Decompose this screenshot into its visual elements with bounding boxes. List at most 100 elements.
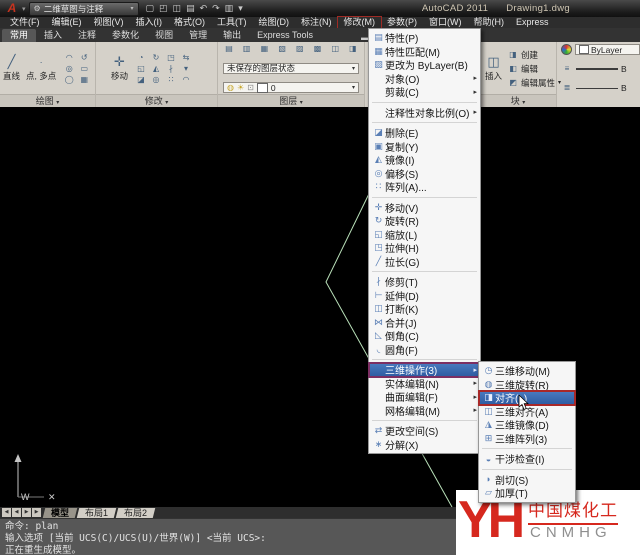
- layer-isolate-icon[interactable]: ▧: [276, 44, 288, 54]
- redo-icon[interactable]: ↷: [212, 3, 220, 14]
- menu-item-clip[interactable]: 剪裁(C) ▸: [369, 85, 480, 99]
- copy-icon[interactable]: ◔: [135, 53, 147, 63]
- undo-icon[interactable]: ↶: [200, 3, 208, 14]
- array-icon[interactable]: ∷: [165, 75, 177, 85]
- menu-item-scale[interactable]: ◱ 缩放(L): [369, 228, 480, 242]
- qat-dropdown-icon[interactable]: ▾: [238, 3, 243, 14]
- menu-item-erase[interactable]: ◪ 删除(E): [369, 126, 480, 140]
- menu-item-move[interactable]: ✛ 移动(V): [369, 201, 480, 215]
- edit-block-button[interactable]: ◧ 编辑: [508, 63, 561, 75]
- layer-match-icon[interactable]: ◨: [347, 44, 359, 54]
- submenu-item-3d-move[interactable]: ◷ 三维移动(M): [479, 364, 575, 378]
- lock-icon[interactable]: ⊡: [247, 83, 254, 92]
- menu-item-copy[interactable]: ▣ 复制(Y): [369, 140, 480, 154]
- menubar-item-format[interactable]: 格式(O): [168, 17, 211, 28]
- arc-icon[interactable]: ◠: [63, 53, 75, 63]
- submenu-item-interference-check[interactable]: ◒ 干涉检查(I): [479, 452, 575, 466]
- plot-icon[interactable]: ▤: [186, 3, 195, 14]
- menu-item-break[interactable]: ◫ 打断(K): [369, 302, 480, 316]
- revcloud-icon[interactable]: ↺: [78, 53, 90, 63]
- submenu-item-thicken[interactable]: ▱ 加厚(T): [479, 486, 575, 500]
- menu-item-join[interactable]: ⋈ 合并(J): [369, 316, 480, 330]
- save-icon[interactable]: ◫: [173, 3, 182, 14]
- rotate-icon[interactable]: ↻: [150, 53, 162, 63]
- menubar-item-insert[interactable]: 插入(I): [130, 17, 169, 28]
- autocad-logo-icon[interactable]: A: [2, 1, 22, 16]
- submenu-item-align[interactable]: ◨ 对齐(L): [479, 391, 575, 405]
- menubar-item-window[interactable]: 窗口(W): [423, 17, 468, 28]
- menu-item-change-to-bylayer[interactable]: ▨ 更改为 ByLayer(B): [369, 58, 480, 72]
- stretch-icon[interactable]: ◳: [165, 53, 177, 63]
- edit-attributes-button[interactable]: ◩ 编辑属性 ▾: [508, 77, 561, 89]
- print-icon[interactable]: ▥: [225, 3, 234, 14]
- tab-insert[interactable]: 插入: [36, 29, 70, 42]
- trim-icon[interactable]: ∤: [165, 64, 177, 74]
- point-tool-button[interactable]: · 点, 多点: [23, 55, 59, 82]
- move-tool-button[interactable]: ✛ 移动: [108, 55, 131, 82]
- menu-item-explode[interactable]: ∗ 分解(X): [369, 438, 480, 452]
- menu-item-lengthen[interactable]: ╱ 拉长(G): [369, 255, 480, 269]
- fillet-icon[interactable]: ◠: [180, 75, 192, 85]
- menu-item-properties[interactable]: ▤ 特性(P): [369, 31, 480, 45]
- layers-panel-label[interactable]: 图层 ▾: [218, 94, 364, 107]
- menu-item-annotative-object-scale[interactable]: 注释性对象比例(O) ▸: [369, 106, 480, 120]
- layer-unlock-icon[interactable]: ◫: [329, 44, 341, 54]
- next-tab-icon[interactable]: ▶: [22, 508, 31, 517]
- ellipse-icon[interactable]: ◯: [63, 75, 75, 85]
- sun-icon[interactable]: ☀: [237, 83, 244, 92]
- open-file-icon[interactable]: ◰: [159, 3, 168, 14]
- scale-icon[interactable]: ◱: [135, 64, 147, 74]
- menu-item-mirror[interactable]: ◭ 镜像(I): [369, 153, 480, 167]
- menubar-item-view[interactable]: 视图(V): [88, 17, 130, 28]
- new-file-icon[interactable]: ▢: [146, 3, 155, 14]
- menu-item-offset[interactable]: ◎ 偏移(S): [369, 167, 480, 181]
- tab-layout1[interactable]: 布局1: [77, 508, 117, 518]
- color-dropdown[interactable]: ByLayer: [575, 44, 640, 55]
- circle-icon[interactable]: ◎: [63, 64, 75, 74]
- workspace-switcher[interactable]: ⚙ 二维草图与注释 ▾: [29, 2, 139, 16]
- prev-tab-icon[interactable]: ◀: [12, 508, 21, 517]
- tab-model[interactable]: 模型: [43, 508, 78, 518]
- draw-panel-label[interactable]: 绘图 ▾: [0, 94, 95, 107]
- menu-item-extend[interactable]: ⊢ 延伸(D): [369, 289, 480, 303]
- menubar-item-file[interactable]: 文件(F): [4, 17, 46, 28]
- menu-item-array[interactable]: ∷ 阵列(A)...: [369, 180, 480, 194]
- menubar-item-parametric[interactable]: 参数(P): [381, 17, 423, 28]
- layer-state-dropdown[interactable]: 未保存的图层状态 ▾: [223, 63, 359, 74]
- lineweight-dropdown[interactable]: ≡ B: [561, 64, 640, 74]
- menubar-item-dimension[interactable]: 标注(N): [295, 17, 338, 28]
- layer-dropdown[interactable]: ◍ ☀ ⊡ 0 ▾: [223, 82, 359, 93]
- layer-properties-icon[interactable]: ▤: [223, 44, 235, 54]
- tab-parametric[interactable]: 参数化: [104, 29, 147, 42]
- tab-express-tools[interactable]: Express Tools: [249, 29, 321, 42]
- linetype-dropdown[interactable]: ≣ B: [561, 83, 640, 93]
- layer-off-icon[interactable]: ▥: [241, 44, 253, 54]
- submenu-item-3d-mirror[interactable]: ◮ 三维镜像(D): [479, 418, 575, 432]
- tab-manage[interactable]: 管理: [181, 29, 215, 42]
- bulb-icon[interactable]: ◍: [227, 83, 234, 92]
- menu-item-object[interactable]: 对象(O) ▸: [369, 72, 480, 86]
- menu-item-fillet[interactable]: ◟ 圆角(F): [369, 343, 480, 357]
- first-tab-icon[interactable]: ◀: [2, 508, 11, 517]
- logo-dropdown-icon[interactable]: ▾: [22, 5, 26, 13]
- submenu-item-3d-array[interactable]: ⊞ 三维阵列(3): [479, 432, 575, 446]
- menu-item-3d-operations[interactable]: 三维操作(3) ▸: [369, 363, 480, 377]
- menubar-item-edit[interactable]: 编辑(E): [46, 17, 88, 28]
- tab-output[interactable]: 输出: [215, 29, 249, 42]
- menu-item-trim[interactable]: ∤ 修剪(T): [369, 275, 480, 289]
- layer-freeze-icon[interactable]: ▦: [258, 44, 270, 54]
- trim-dropdown-icon[interactable]: ▾: [180, 64, 192, 74]
- tab-home[interactable]: 常用: [2, 29, 36, 42]
- last-tab-icon[interactable]: ▶: [32, 508, 41, 517]
- menu-item-chamfer[interactable]: ◺ 倒角(C): [369, 329, 480, 343]
- tab-annotate[interactable]: 注释: [70, 29, 104, 42]
- line-tool-button[interactable]: ╱ 直线: [0, 55, 23, 82]
- tab-layout2[interactable]: 布局2: [116, 508, 156, 518]
- menu-item-change-space[interactable]: ⇄ 更改空间(S): [369, 424, 480, 438]
- create-block-button[interactable]: ◨ 创建: [508, 49, 561, 61]
- submenu-item-slice[interactable]: ◗ 剖切(S): [479, 473, 575, 487]
- modify-panel-label[interactable]: 修改 ▾: [96, 94, 217, 107]
- menu-item-solid-editing[interactable]: 实体编辑(N) ▸: [369, 377, 480, 391]
- layer-unisolate-icon[interactable]: ▨: [294, 44, 306, 54]
- layer-color-swatch[interactable]: [257, 83, 268, 93]
